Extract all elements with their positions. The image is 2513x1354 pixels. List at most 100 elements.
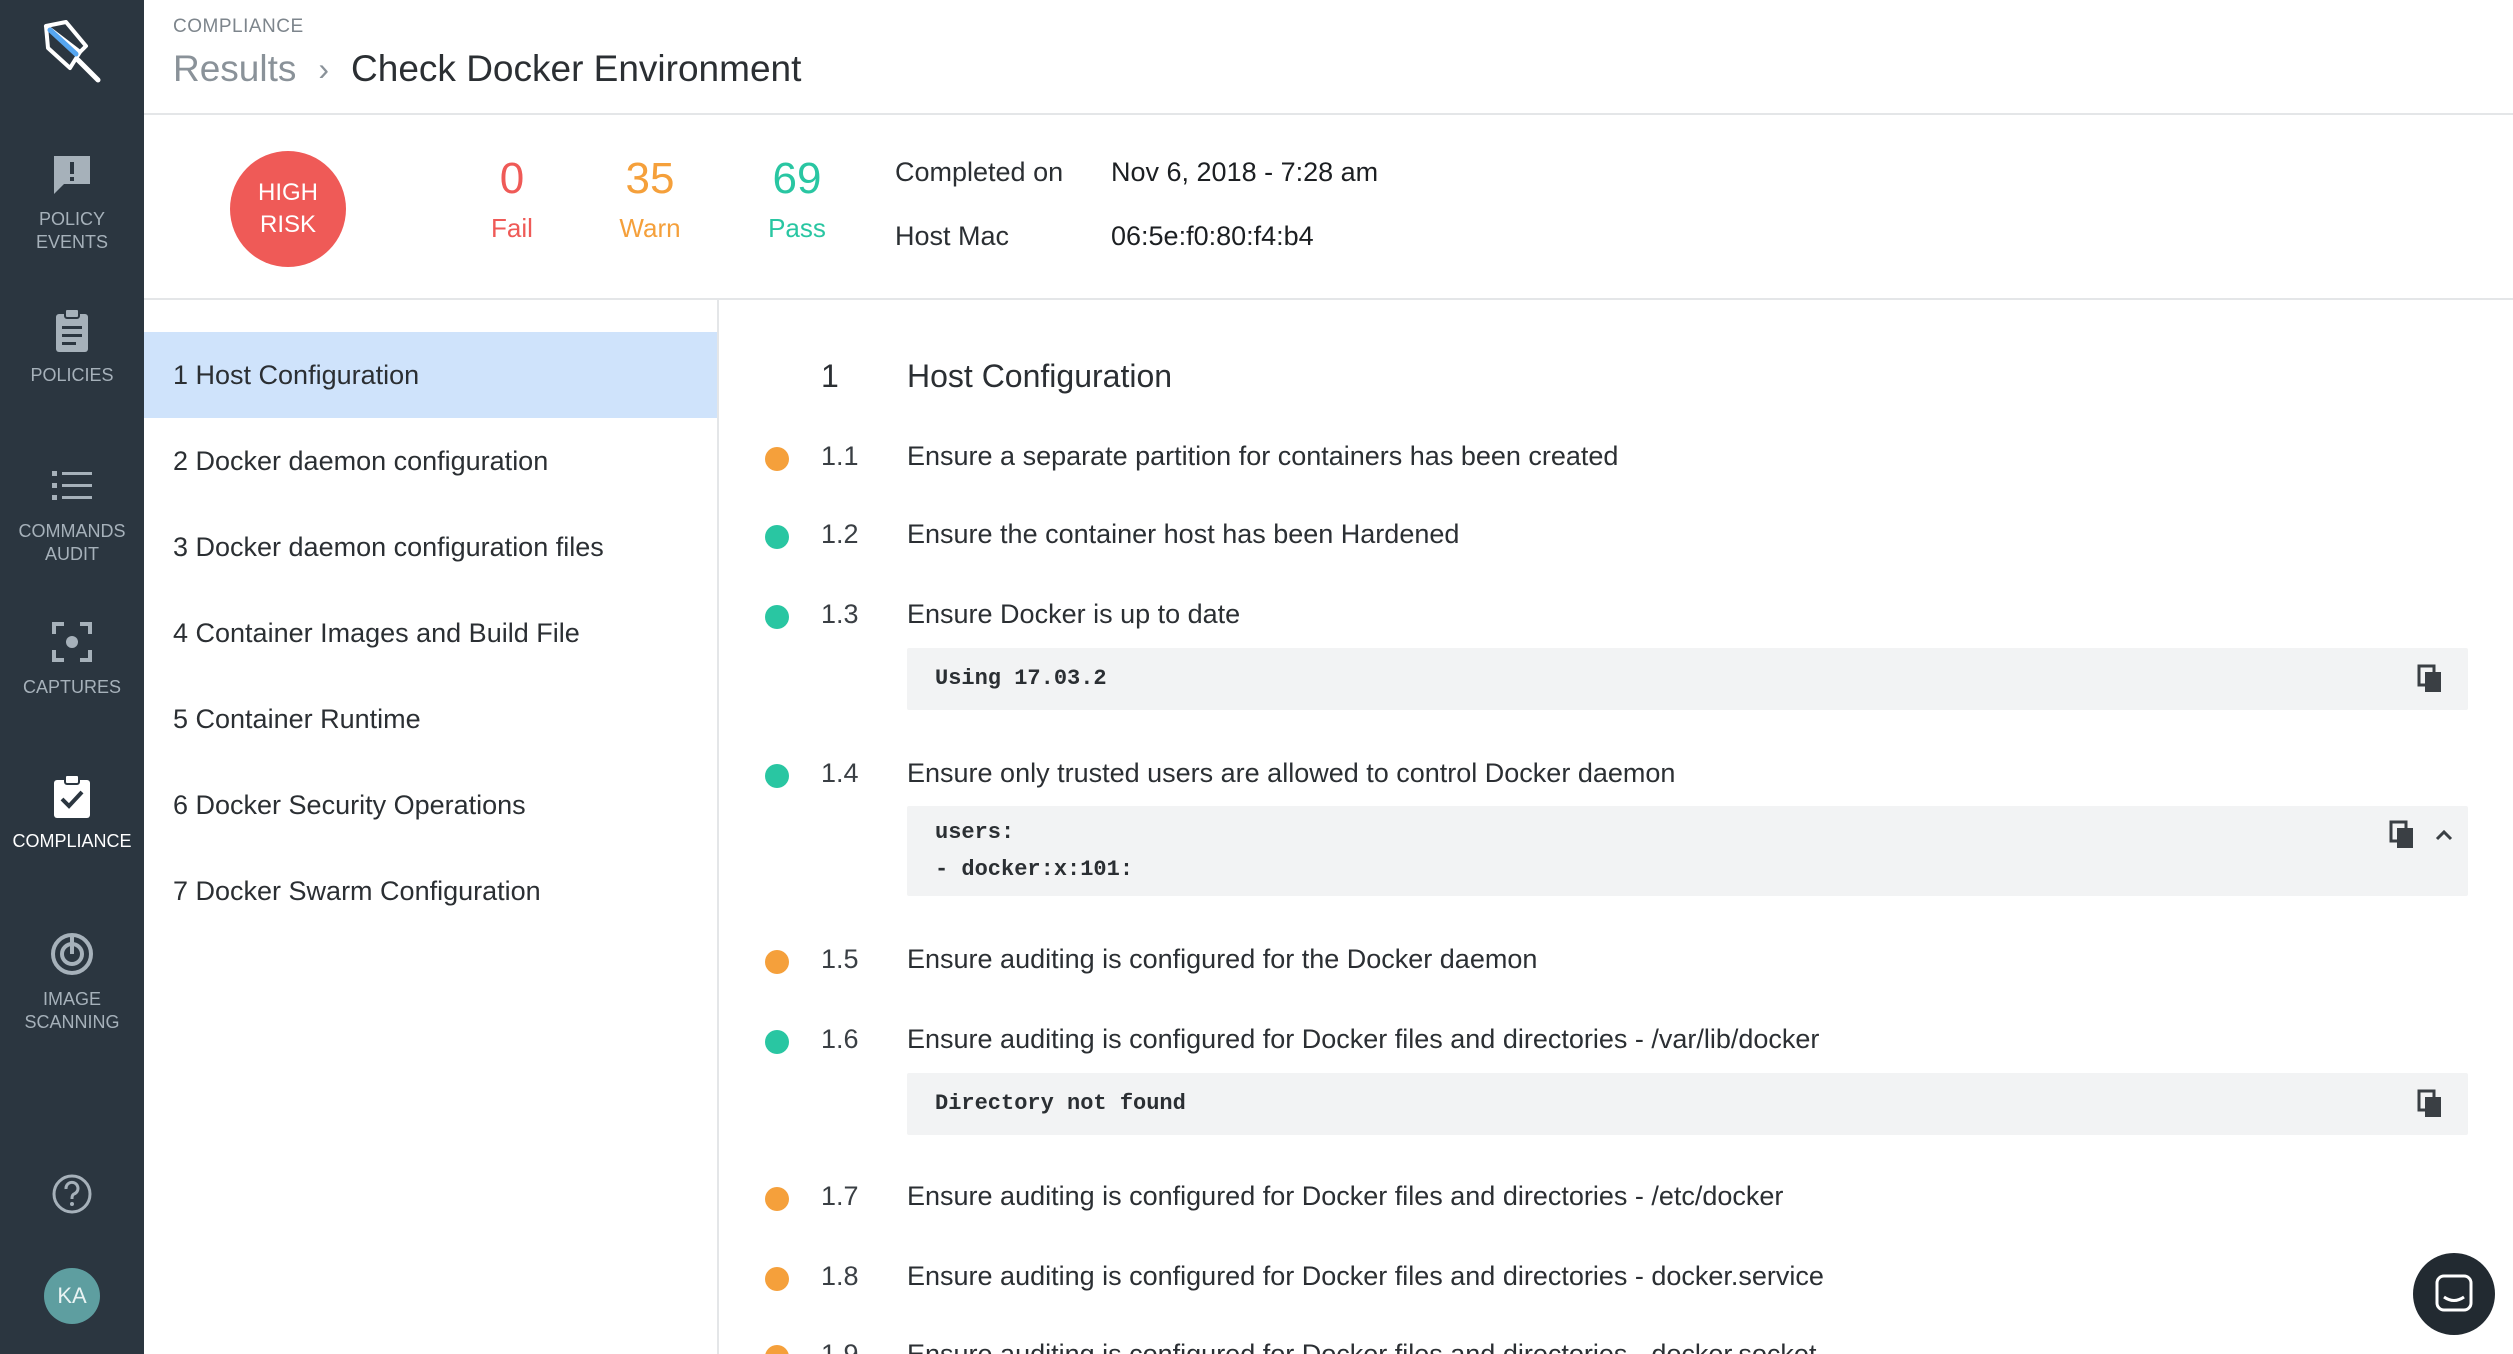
pass-status-icon xyxy=(765,525,789,549)
result-number: 1.8 xyxy=(821,1261,859,1291)
warn-status-icon xyxy=(765,1345,789,1354)
section-item-container-images[interactable]: 4 Container Images and Build File xyxy=(144,590,717,676)
result-row[interactable]: 1.1 Ensure a separate partition for cont… xyxy=(721,438,2513,478)
result-text: Ensure only trusted users are allowed to… xyxy=(907,758,1676,788)
result-text: Ensure auditing is configured for Docker… xyxy=(907,1261,1824,1291)
alert-message-icon xyxy=(54,156,90,194)
result-number: 1.9 xyxy=(821,1339,859,1354)
pass-stat: 69 Pass xyxy=(737,153,857,244)
result-text: Ensure auditing is configured for Docker… xyxy=(907,1339,1817,1354)
chat-launcher-button[interactable] xyxy=(2413,1253,2495,1335)
code-line: users: xyxy=(935,820,1015,845)
page-header: COMPLIANCE Results › Check Docker Enviro… xyxy=(144,0,2513,115)
pass-count: 69 xyxy=(772,154,822,203)
copy-icon[interactable] xyxy=(2417,664,2443,694)
summary-panel: HIGH RISK 0 Fail 35 Warn 69 Pass Complet… xyxy=(144,117,2513,300)
result-row[interactable]: 1.5 Ensure auditing is configured for th… xyxy=(721,941,2513,981)
section-item-docker-daemon-configuration-files[interactable]: 3 Docker daemon configuration files xyxy=(144,504,717,590)
nav-label: AUDIT xyxy=(45,544,99,564)
result-number: 1.5 xyxy=(821,944,859,974)
sections-list: 1 Host Configuration 2 Docker daemon con… xyxy=(144,300,719,1354)
nav-item-compliance[interactable]: COMPLIANCE xyxy=(0,772,144,853)
warn-count: 35 xyxy=(625,154,675,203)
section-item-docker-daemon-configuration[interactable]: 2 Docker daemon configuration xyxy=(144,418,717,504)
clipboard-check-icon xyxy=(54,774,90,818)
warn-status-icon xyxy=(765,1267,789,1291)
code-line: Using 17.03.2 xyxy=(935,666,1107,691)
section-number: 1 xyxy=(821,358,839,394)
nav-label: EVENTS xyxy=(35,232,109,252)
fail-count: 0 xyxy=(499,154,525,203)
result-output-block: users: - docker:x:101: xyxy=(907,806,2468,896)
result-number: 1.2 xyxy=(821,519,859,549)
nav-item-commands-audit[interactable]: COMMANDS AUDIT xyxy=(0,462,144,566)
completed-value: Nov 6, 2018 - 7:28 am xyxy=(1111,157,1379,187)
scan-target-icon xyxy=(51,933,93,975)
nav-label: POLICY xyxy=(38,209,106,229)
host-label: Host Mac xyxy=(895,221,1010,251)
result-row[interactable]: 1.8 Ensure auditing is configured for Do… xyxy=(721,1258,2513,1298)
chat-icon xyxy=(2435,1274,2473,1312)
section-item-docker-security-operations[interactable]: 6 Docker Security Operations xyxy=(144,762,717,848)
pass-status-icon xyxy=(765,764,789,788)
warn-label: Warn xyxy=(619,213,681,243)
nav-label: POLICIES xyxy=(30,365,114,385)
sysdig-logo-icon[interactable] xyxy=(40,18,104,86)
code-line: - docker:x:101: xyxy=(935,857,1134,882)
result-text: Ensure a separate partition for containe… xyxy=(907,441,1619,471)
section-item-docker-swarm-configuration[interactable]: 7 Docker Swarm Configuration xyxy=(144,848,717,934)
result-number: 1.4 xyxy=(821,758,859,788)
risk-label: RISK xyxy=(259,211,316,238)
nav-label: SCANNING xyxy=(24,1012,120,1032)
risk-badge: HIGH RISK xyxy=(230,151,346,267)
warn-status-icon xyxy=(765,950,789,974)
pass-label: Pass xyxy=(768,213,826,243)
host-value: 06:5e:f0:80:f4:b4 xyxy=(1111,221,1314,251)
result-text: Ensure the container host has been Harde… xyxy=(907,519,1460,549)
pass-status-icon xyxy=(765,605,789,629)
section-item-container-runtime[interactable]: 5 Container Runtime xyxy=(144,676,717,762)
result-row[interactable]: 1.3 Ensure Docker is up to date xyxy=(721,596,2513,636)
copy-icon[interactable] xyxy=(2389,820,2415,850)
help-icon[interactable] xyxy=(51,1173,93,1215)
chevron-up-icon[interactable] xyxy=(2434,828,2454,842)
list-icon xyxy=(52,471,92,500)
result-text: Ensure auditing is configured for Docker… xyxy=(907,1024,1820,1054)
result-text: Ensure Docker is up to date xyxy=(907,599,1241,629)
result-output-block: Using 17.03.2 xyxy=(907,648,2468,710)
nav-item-policies[interactable]: POLICIES xyxy=(0,306,144,387)
capture-icon xyxy=(52,622,92,662)
section-item-host-configuration[interactable]: 1 Host Configuration xyxy=(144,332,717,418)
warn-status-icon xyxy=(765,447,789,471)
result-text: Ensure auditing is configured for the Do… xyxy=(907,944,1538,974)
user-avatar[interactable]: KA xyxy=(44,1268,100,1324)
fail-stat: 0 Fail xyxy=(452,153,572,244)
clipboard-icon xyxy=(56,308,88,352)
result-number: 1.7 xyxy=(821,1181,859,1211)
breadcrumb: Results › Check Docker Environment xyxy=(173,48,801,90)
copy-icon[interactable] xyxy=(2417,1089,2443,1119)
result-number: 1.1 xyxy=(821,441,859,471)
result-number: 1.6 xyxy=(821,1024,859,1054)
warn-status-icon xyxy=(765,1187,789,1211)
left-nav: POLICY EVENTS POLICIES COMMANDS AUDIT CA… xyxy=(0,0,144,1354)
pass-status-icon xyxy=(765,1030,789,1054)
nav-item-captures[interactable]: CAPTURES xyxy=(0,618,144,699)
result-row[interactable]: 1.7 Ensure auditing is configured for Do… xyxy=(721,1178,2513,1218)
nav-label: CAPTURES xyxy=(22,677,121,697)
completed-label: Completed on xyxy=(895,157,1064,187)
result-row[interactable]: 1.2 Ensure the container host has been H… xyxy=(721,516,2513,556)
result-row[interactable]: 1.6 Ensure auditing is configured for Do… xyxy=(721,1021,2513,1061)
chevron-right-icon: › xyxy=(318,50,330,87)
page-title: Check Docker Environment xyxy=(351,48,802,89)
nav-item-policy-events[interactable]: POLICY EVENTS xyxy=(0,150,144,254)
warn-stat: 35 Warn xyxy=(590,153,710,244)
nav-label: COMMANDS xyxy=(18,521,126,541)
result-number: 1.3 xyxy=(821,599,859,629)
result-row[interactable]: 1.4 Ensure only trusted users are allowe… xyxy=(721,755,2513,795)
result-row[interactable]: 1.9 Ensure auditing is configured for Do… xyxy=(721,1336,2513,1354)
result-output-block: Directory not found xyxy=(907,1073,2468,1135)
nav-label: COMPLIANCE xyxy=(12,831,132,851)
nav-item-image-scanning[interactable]: IMAGE SCANNING xyxy=(0,930,144,1034)
breadcrumb-results-link[interactable]: Results xyxy=(173,48,296,90)
